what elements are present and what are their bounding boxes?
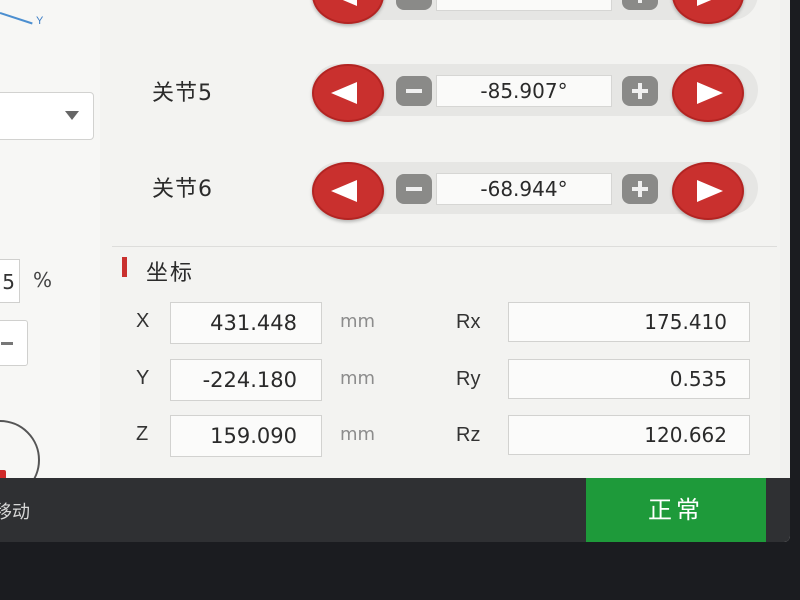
section-divider xyxy=(112,246,777,247)
status-bar: 移动 正常 xyxy=(0,478,790,542)
speed-input[interactable]: 5 xyxy=(0,259,20,303)
joint-plus-button[interactable] xyxy=(622,0,658,10)
arrow-left-icon xyxy=(331,0,357,6)
coord-row-z: Z 159.090 mm Rz 120.662 xyxy=(0,415,790,459)
rz-value-field: 120.662 xyxy=(508,415,750,455)
joint-row-6: 关节6 -68.944° xyxy=(0,156,790,220)
joint5-value-field[interactable]: -85.907° xyxy=(436,75,612,107)
plus-icon-vertical xyxy=(638,0,642,3)
joint-row-partial xyxy=(0,0,790,26)
joint6-value-field[interactable]: -68.944° xyxy=(436,173,612,205)
joint-minus-button[interactable] xyxy=(396,0,432,10)
joint-row-5: 关节5 -85.907° xyxy=(0,58,790,122)
section-marker xyxy=(122,257,127,277)
status-badge: 正常 xyxy=(586,478,766,542)
joint5-decrease-button[interactable] xyxy=(312,64,384,122)
axis-label: Z xyxy=(136,423,149,445)
axis-label: Y xyxy=(136,367,150,389)
joint-label: 关节5 xyxy=(152,81,213,106)
coord-row-x: X 431.448 mm Rx 175.410 xyxy=(0,302,790,346)
arrow-right-icon xyxy=(697,82,723,104)
plus-icon-vertical xyxy=(638,181,642,197)
axis-label: X xyxy=(136,310,150,332)
coordinates-title: 坐标 xyxy=(146,261,195,286)
joint-decrease-button[interactable] xyxy=(312,0,384,24)
joint6-plus-button[interactable] xyxy=(622,174,658,204)
z-value-field: 159.090 xyxy=(170,415,322,457)
unit-label: mm xyxy=(340,368,376,389)
unit-label: mm xyxy=(340,311,376,332)
arrow-right-icon xyxy=(697,0,723,6)
minus-icon xyxy=(406,187,422,191)
rot-axis-label: Rx xyxy=(456,311,481,333)
joint-value-field[interactable] xyxy=(436,0,612,11)
unit-label: mm xyxy=(340,424,376,445)
move-label: 移动 xyxy=(0,502,30,523)
joint5-plus-button[interactable] xyxy=(622,76,658,106)
rot-axis-label: Ry xyxy=(456,368,481,390)
robot-control-screen: Y 5 % 关节5 -85.907° 关节6 -68.944° 坐标 X 431… xyxy=(0,0,790,542)
ry-value-field: 0.535 xyxy=(508,359,750,399)
coord-row-y: Y -224.180 mm Ry 0.535 xyxy=(0,359,790,403)
joint6-minus-button[interactable] xyxy=(396,174,432,204)
x-value-field: 431.448 xyxy=(170,302,322,344)
joint6-decrease-button[interactable] xyxy=(312,162,384,220)
joint6-increase-button[interactable] xyxy=(672,162,744,220)
arrow-left-icon xyxy=(331,82,357,104)
joint5-increase-button[interactable] xyxy=(672,64,744,122)
arrow-left-icon xyxy=(331,180,357,202)
joint-label: 关节6 xyxy=(152,177,213,202)
speed-unit-label: % xyxy=(33,268,53,292)
arrow-right-icon xyxy=(697,180,723,202)
joint-increase-button[interactable] xyxy=(672,0,744,24)
joint5-minus-button[interactable] xyxy=(396,76,432,106)
rot-axis-label: Rz xyxy=(456,424,481,446)
minus-icon xyxy=(406,89,422,93)
rx-value-field: 175.410 xyxy=(508,302,750,342)
plus-icon-vertical xyxy=(638,83,642,99)
y-value-field: -224.180 xyxy=(170,359,322,401)
